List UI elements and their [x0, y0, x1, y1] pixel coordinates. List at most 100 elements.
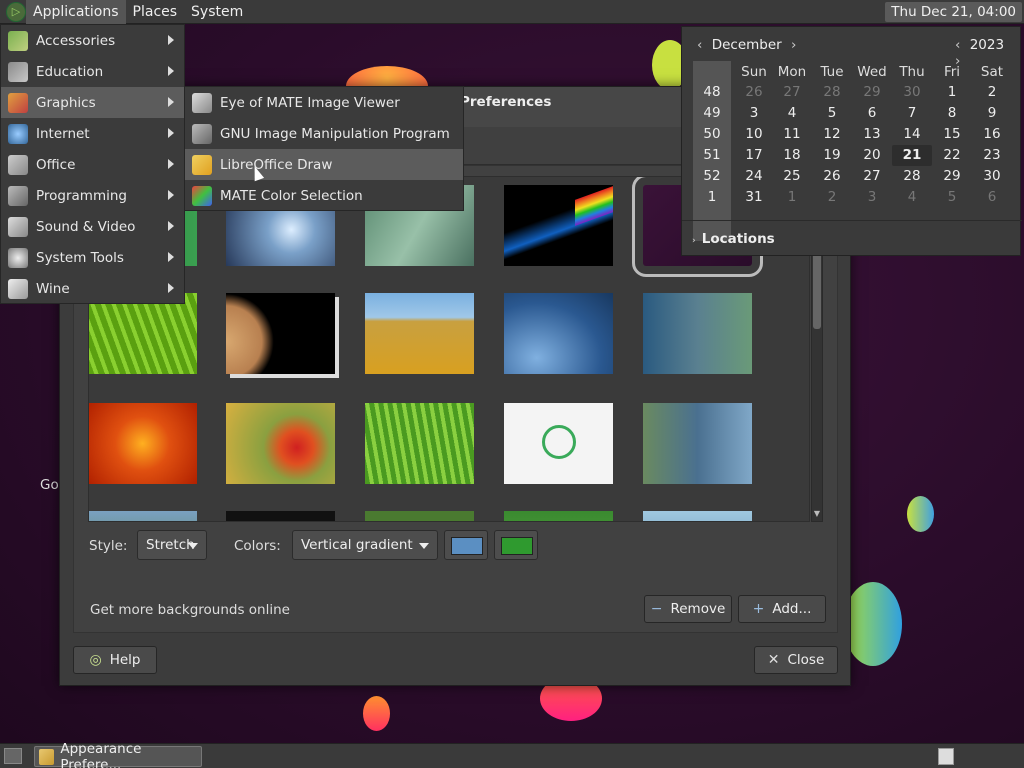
app-menu-item[interactable]: Graphics	[1, 87, 184, 118]
primary-color-swatch	[451, 537, 483, 555]
graphics-submenu-item[interactable]: Eye of MATE Image Viewer	[185, 87, 463, 118]
calendar-day[interactable]: 26	[734, 82, 774, 103]
calendar-day[interactable]: 2	[812, 187, 852, 208]
app-menu-item[interactable]: System Tools	[1, 242, 184, 273]
wallpaper-thumb[interactable]	[226, 293, 335, 374]
style-combo[interactable]: Stretch	[137, 530, 207, 560]
calendar-day[interactable]: 26	[812, 166, 852, 187]
app-menu-item[interactable]: Sound & Video	[1, 211, 184, 242]
weekday-header: Mon	[777, 64, 807, 80]
locations-expander[interactable]: › Locations	[692, 231, 775, 247]
calendar-day[interactable]: 31	[734, 187, 774, 208]
wallpaper-thumb[interactable]	[365, 293, 474, 374]
show-desktop-icon[interactable]	[4, 748, 22, 764]
prev-year-icon[interactable]: ‹	[950, 37, 965, 53]
next-month-icon[interactable]: ›	[786, 37, 801, 53]
calendar-day[interactable]: 19	[812, 145, 852, 166]
wallpaper-thumb[interactable]	[89, 293, 197, 374]
calendar-day[interactable]: 30	[972, 166, 1012, 187]
places-menu[interactable]: Places	[126, 0, 185, 24]
calendar-day[interactable]: 25	[772, 166, 812, 187]
primary-color-button[interactable]	[444, 530, 488, 560]
wallpaper-thumb[interactable]	[365, 403, 474, 484]
calendar-day[interactable]: 21	[892, 145, 932, 166]
help-button[interactable]: ◎ Help	[73, 646, 157, 674]
wallpaper-thumb[interactable]	[226, 403, 335, 484]
calendar-day[interactable]: 11	[772, 124, 812, 145]
calendar-day[interactable]: 22	[932, 145, 972, 166]
calendar-day[interactable]: 3	[734, 103, 774, 124]
secondary-color-button[interactable]	[494, 530, 538, 560]
wallpaper-thumb[interactable]	[643, 511, 752, 521]
panel-clock[interactable]: Thu Dec 21, 04:00	[885, 2, 1022, 22]
app-menu-item[interactable]: Accessories	[1, 25, 184, 56]
calendar-day[interactable]: 6	[852, 103, 892, 124]
calendar-day[interactable]: 15	[932, 124, 972, 145]
calendar-day[interactable]: 27	[852, 166, 892, 187]
remove-button[interactable]: − Remove	[644, 595, 732, 623]
graphics-submenu-item[interactable]: GNU Image Manipulation Program	[185, 118, 463, 149]
app-menu-item[interactable]: Internet	[1, 118, 184, 149]
mate-logo-icon[interactable]: ▷	[6, 1, 26, 22]
calendar-day[interactable]: 28	[812, 82, 852, 103]
calendar-day[interactable]: 4	[772, 103, 812, 124]
calendar-day[interactable]: 14	[892, 124, 932, 145]
calendar-day[interactable]: 23	[972, 145, 1012, 166]
calendar-day[interactable]: 29	[932, 166, 972, 187]
wallpaper-thumb[interactable]	[504, 185, 613, 266]
calendar-day[interactable]: 8	[932, 103, 972, 124]
calendar-day[interactable]: 1	[932, 82, 972, 103]
scroll-down-icon[interactable]: ▼	[812, 509, 822, 521]
add-button[interactable]: + Add...	[738, 595, 826, 623]
wallpaper-thumb[interactable]	[226, 511, 335, 521]
calendar-day[interactable]: 24	[734, 166, 774, 187]
app-menu-item[interactable]: Education	[1, 56, 184, 87]
help-label: Help	[109, 652, 141, 668]
wallpaper-thumb[interactable]	[643, 403, 752, 484]
taskbar-button-appearance[interactable]: Appearance Prefere...	[34, 741, 202, 768]
calendar-day[interactable]: 20	[852, 145, 892, 166]
wallpaper-thumb[interactable]	[89, 403, 197, 484]
calendar-day[interactable]: 16	[972, 124, 1012, 145]
calendar-day[interactable]: 28	[892, 166, 932, 187]
wallpaper-thumb[interactable]	[89, 511, 197, 521]
applications-menu[interactable]: Applications	[26, 0, 126, 24]
calendar-day[interactable]: 2	[972, 82, 1012, 103]
workspace-switcher[interactable]	[938, 748, 954, 765]
calendar-day[interactable]: 9	[972, 103, 1012, 124]
calendar-day[interactable]: 5	[812, 103, 852, 124]
calendar-day[interactable]: 4	[892, 187, 932, 208]
calendar-day[interactable]: 7	[892, 103, 932, 124]
get-more-backgrounds-link[interactable]: Get more backgrounds online	[90, 602, 290, 618]
wallpaper-thumb[interactable]	[504, 511, 613, 521]
wallpaper-thumb[interactable]	[643, 293, 752, 374]
minus-icon: −	[650, 601, 663, 617]
graphics-submenu-item[interactable]: MATE Color Selection	[185, 180, 463, 211]
calendar-day[interactable]: 12	[812, 124, 852, 145]
calendar-day[interactable]: 10	[734, 124, 774, 145]
app-menu-item[interactable]: Programming	[1, 180, 184, 211]
calendar-day[interactable]: 29	[852, 82, 892, 103]
add-label: Add...	[772, 601, 812, 617]
calendar-day[interactable]: 30	[892, 82, 932, 103]
system-menu[interactable]: System	[184, 0, 250, 24]
calendar-day[interactable]: 27	[772, 82, 812, 103]
wallpaper-thumb[interactable]	[504, 293, 613, 374]
app-menu-item[interactable]: Wine	[1, 273, 184, 304]
graphics-submenu-item[interactable]: LibreOffice Draw	[185, 149, 463, 180]
calendar-day[interactable]: 5	[932, 187, 972, 208]
submenu-arrow-icon	[168, 221, 174, 231]
colors-combo[interactable]: Vertical gradient	[292, 530, 438, 560]
wallpaper-thumb[interactable]	[365, 511, 474, 521]
prev-month-icon[interactable]: ‹	[692, 37, 707, 53]
calendar-day[interactable]: 1	[772, 187, 812, 208]
calendar-day[interactable]: 13	[852, 124, 892, 145]
scrollbar-thumb[interactable]	[813, 251, 821, 329]
calendar-day[interactable]: 18	[772, 145, 812, 166]
app-menu-item[interactable]: Office	[1, 149, 184, 180]
close-button[interactable]: ✕ Close	[754, 646, 838, 674]
wallpaper-thumb[interactable]	[504, 403, 613, 484]
calendar-day[interactable]: 3	[852, 187, 892, 208]
calendar-day[interactable]: 6	[972, 187, 1012, 208]
calendar-day[interactable]: 17	[734, 145, 774, 166]
